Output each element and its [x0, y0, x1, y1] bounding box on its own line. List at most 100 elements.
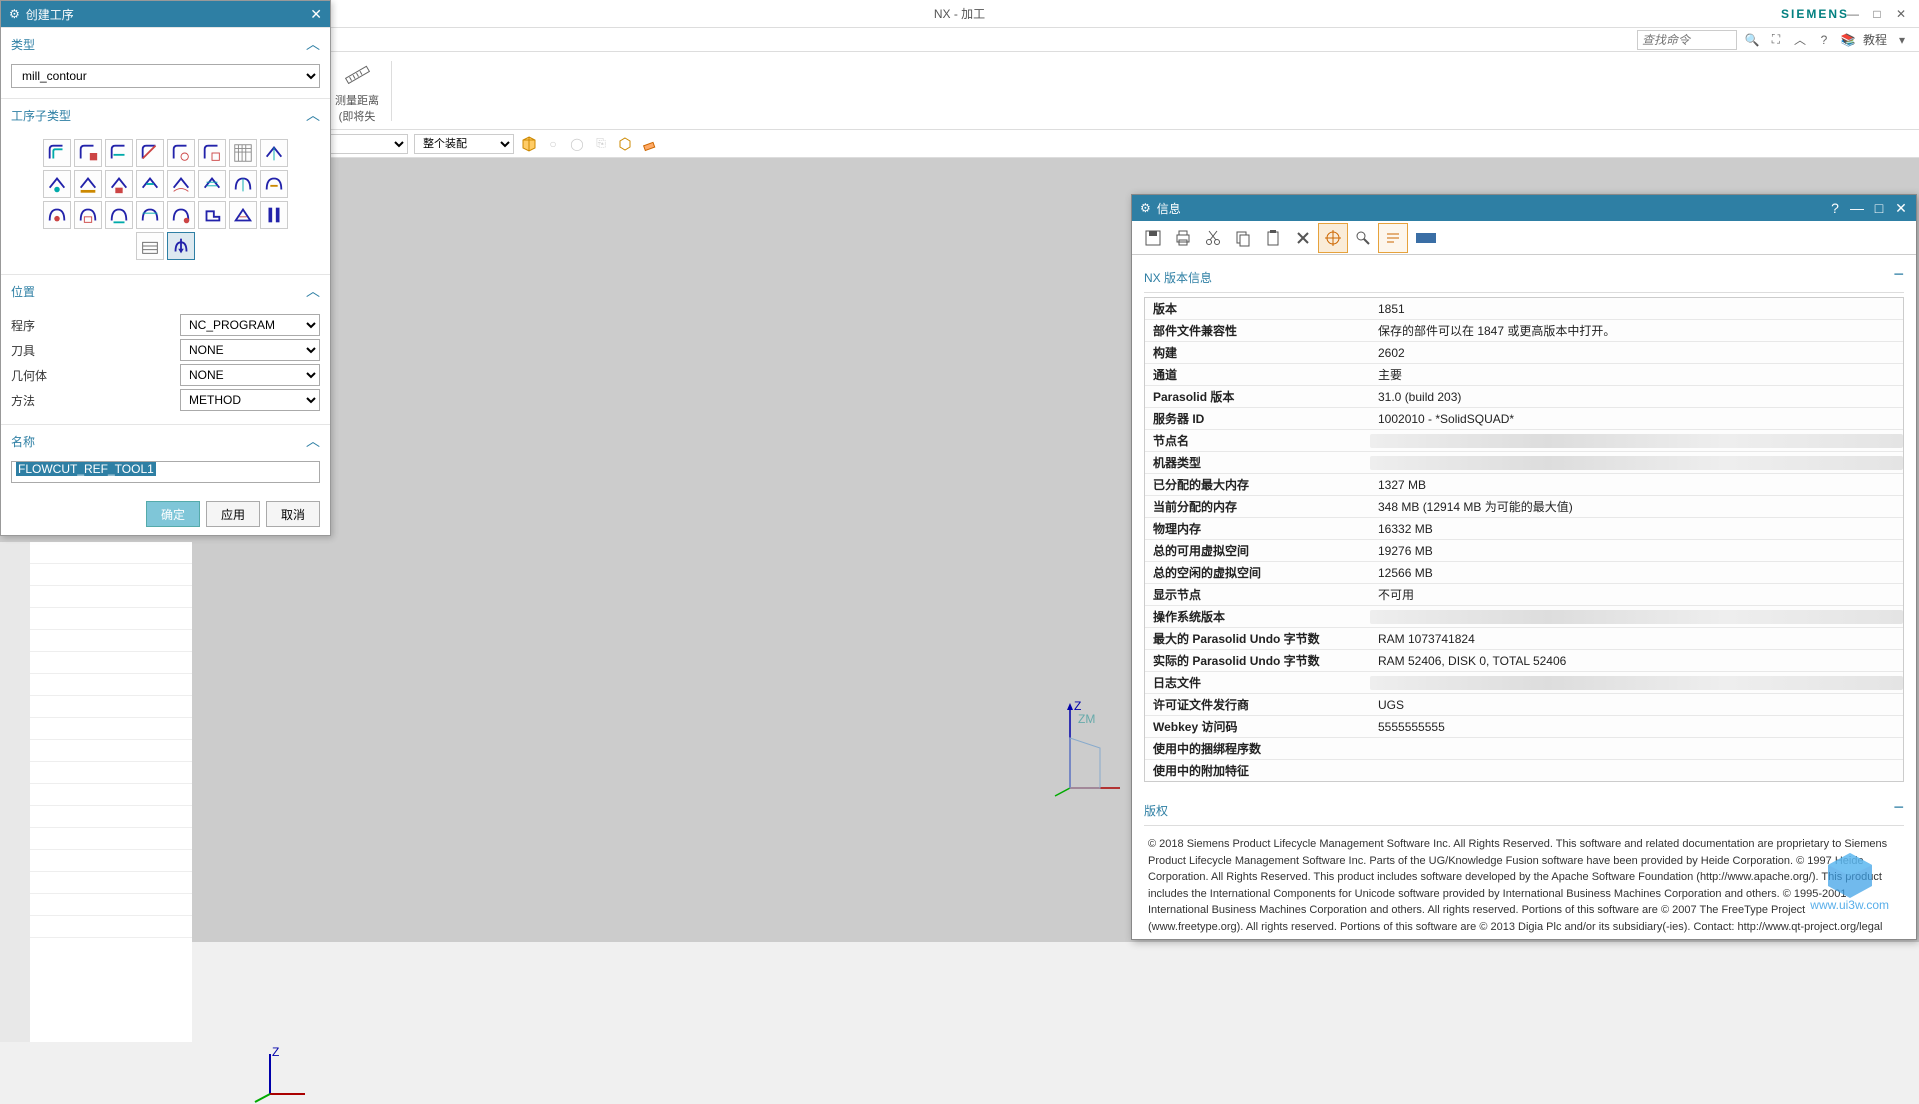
- op-icon-18[interactable]: [74, 201, 102, 229]
- geometry-select[interactable]: NONE: [180, 364, 320, 386]
- gear-icon: [9, 7, 20, 21]
- chevron-up-icon[interactable]: ︿: [1791, 31, 1809, 49]
- collapse-icon[interactable]: [1416, 233, 1436, 243]
- copyright-text: © 2018 Siemens Product Lifecycle Managem…: [1144, 826, 1904, 939]
- info-panel: 信息 ? — □ ✕ NX 版本信息 − 版本1851部件文件兼容性保存的部件可…: [1131, 194, 1917, 940]
- op-icon-21[interactable]: [167, 201, 195, 229]
- csys-icon: Z ZM: [1050, 698, 1130, 798]
- info-titlebar[interactable]: 信息 ? — □ ✕: [1132, 195, 1916, 221]
- program-select[interactable]: NC_PROGRAM: [180, 314, 320, 336]
- copy-icon: ⎘: [592, 135, 610, 153]
- minimize-icon[interactable]: —: [1850, 201, 1864, 215]
- sphere-grey-icon: ○: [544, 135, 562, 153]
- method-select[interactable]: METHOD: [180, 389, 320, 411]
- op-icon-23[interactable]: [229, 201, 257, 229]
- dialog-title-text: 创建工序: [26, 6, 74, 23]
- op-icon-1[interactable]: [43, 139, 71, 167]
- op-icon-14[interactable]: [198, 170, 226, 198]
- tool-label: 刀具: [11, 342, 35, 359]
- dialog-titlebar[interactable]: 创建工序 ✕: [1, 1, 330, 27]
- siemens-logo: SIEMENS: [1781, 7, 1849, 21]
- close-icon[interactable]: ✕: [310, 6, 322, 23]
- version-section-title[interactable]: NX 版本信息 −: [1144, 263, 1904, 293]
- print-icon[interactable]: [1168, 223, 1198, 253]
- info-row: 总的可用虚拟空间19276 MB: [1145, 540, 1903, 562]
- op-icon-4[interactable]: [136, 139, 164, 167]
- op-icon-12[interactable]: [136, 170, 164, 198]
- op-icon-15[interactable]: [229, 170, 257, 198]
- op-icon-10[interactable]: [74, 170, 102, 198]
- search-icon[interactable]: 🔍: [1743, 31, 1761, 49]
- op-icon-flowcut-ref[interactable]: [167, 232, 195, 260]
- eraser-icon[interactable]: [640, 135, 658, 153]
- info-row: 部件文件兼容性保存的部件可以在 1847 或更高版本中打开。: [1145, 320, 1903, 342]
- measure-distance-button[interactable]: 测量距离 (即将失: [331, 54, 383, 128]
- chevron-up-icon: ︿: [306, 105, 320, 125]
- box-icon[interactable]: [616, 135, 634, 153]
- section-name-header[interactable]: 名称 ︿: [1, 424, 330, 457]
- maximize-icon[interactable]: □: [1872, 201, 1886, 215]
- restore-icon[interactable]: □: [1869, 6, 1885, 22]
- copyright-section-title[interactable]: 版权 −: [1144, 796, 1904, 826]
- section-type-header[interactable]: 类型 ︿: [1, 27, 330, 60]
- op-icon-19[interactable]: [105, 201, 133, 229]
- minimize-icon[interactable]: —: [1845, 6, 1861, 22]
- info-title-text: 信息: [1157, 200, 1181, 217]
- close-icon[interactable]: ✕: [1893, 6, 1909, 22]
- paste-icon[interactable]: [1258, 223, 1288, 253]
- info-row: Webkey 访问码5555555555: [1145, 716, 1903, 738]
- op-icon-17[interactable]: [43, 201, 71, 229]
- left-nav-strip[interactable]: [0, 542, 30, 1042]
- search-input[interactable]: [1637, 30, 1737, 50]
- assembly-dropdown[interactable]: 整个装配: [414, 134, 514, 154]
- op-icon-20[interactable]: [136, 201, 164, 229]
- svg-text:ZM: ZM: [1078, 712, 1095, 726]
- ruler-icon: [341, 58, 373, 90]
- delete-icon[interactable]: [1288, 223, 1318, 253]
- cube-icon[interactable]: [520, 135, 538, 153]
- op-icon-13[interactable]: [167, 170, 195, 198]
- op-icon-3[interactable]: [105, 139, 133, 167]
- cut-icon[interactable]: [1198, 223, 1228, 253]
- close-icon[interactable]: ✕: [1894, 201, 1908, 215]
- op-icon-8[interactable]: [260, 139, 288, 167]
- type-select[interactable]: mill_contour: [11, 64, 320, 88]
- help-icon[interactable]: ?: [1815, 31, 1833, 49]
- wrap-icon[interactable]: [1378, 223, 1408, 253]
- op-icon-5[interactable]: [167, 139, 195, 167]
- op-icon-7[interactable]: [229, 139, 257, 167]
- window-controls: — □ ✕: [1845, 6, 1909, 22]
- geometry-label: 几何体: [11, 367, 47, 384]
- tutorial-link[interactable]: 教程: [1863, 31, 1887, 48]
- op-icon-24[interactable]: [260, 201, 288, 229]
- cancel-button[interactable]: 取消: [266, 501, 320, 527]
- section-location-header[interactable]: 位置 ︿: [1, 274, 330, 307]
- find-icon[interactable]: [1348, 223, 1378, 253]
- tool-select[interactable]: NONE: [180, 339, 320, 361]
- save-icon[interactable]: [1138, 223, 1168, 253]
- gear-icon: [1140, 201, 1151, 215]
- ok-button[interactable]: 确定: [146, 501, 200, 527]
- target-icon[interactable]: [1318, 223, 1348, 253]
- fullscreen-icon[interactable]: ⛶: [1767, 31, 1785, 49]
- op-icon-6[interactable]: [198, 139, 226, 167]
- view-triad-icon: Z: [250, 1044, 310, 1104]
- info-content[interactable]: NX 版本信息 − 版本1851部件文件兼容性保存的部件可以在 1847 或更高…: [1132, 255, 1916, 939]
- navigator-panel[interactable]: [30, 542, 192, 1042]
- create-operation-dialog: 创建工序 ✕ 类型 ︿ mill_contour 工序子类型 ︿: [0, 0, 331, 536]
- copy-icon[interactable]: [1228, 223, 1258, 253]
- window-title: NX - 加工: [934, 5, 985, 22]
- op-icon-2[interactable]: [74, 139, 102, 167]
- op-icon-22[interactable]: [198, 201, 226, 229]
- op-icon-11[interactable]: [105, 170, 133, 198]
- help-icon[interactable]: ?: [1828, 201, 1842, 215]
- info-row: 构建2602: [1145, 342, 1903, 364]
- op-icon-9[interactable]: [43, 170, 71, 198]
- apply-button[interactable]: 应用: [206, 501, 260, 527]
- section-subtype-header[interactable]: 工序子类型 ︿: [1, 98, 330, 131]
- name-input[interactable]: FLOWCUT_REF_TOOL1: [11, 461, 320, 483]
- book-icon[interactable]: 📚: [1839, 31, 1857, 49]
- op-icon-25[interactable]: [136, 232, 164, 260]
- op-icon-16[interactable]: [260, 170, 288, 198]
- dropdown-icon[interactable]: ▾: [1893, 31, 1911, 49]
